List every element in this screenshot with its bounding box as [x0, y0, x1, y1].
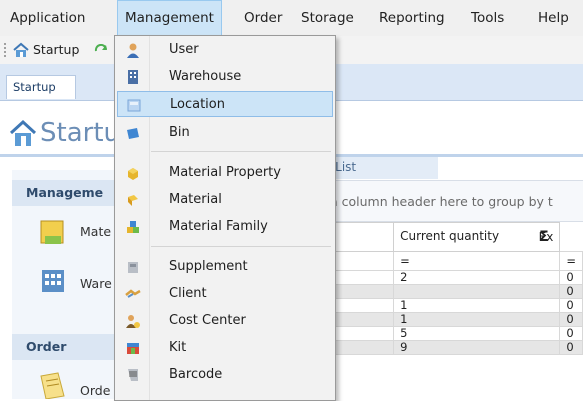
tab-startup[interactable]: Startup: [6, 75, 76, 99]
table-row[interactable]: 0: [317, 284, 583, 299]
cell-ex: 0: [559, 312, 583, 327]
cell-ex: 0: [559, 298, 583, 313]
user-icon: [127, 43, 139, 58]
menu-item-cost-center-label: Cost Center: [169, 313, 246, 328]
group-by-hint: a column header here to group by t: [318, 180, 583, 222]
table-row[interactable]: 50: [317, 326, 583, 341]
menu-bar: Application Management Order Storage Rep…: [0, 0, 583, 37]
menu-reporting[interactable]: Reporting: [371, 0, 453, 36]
menu-item-cost-center[interactable]: Cost Center: [117, 308, 333, 334]
menu-item-client[interactable]: Client: [117, 281, 333, 307]
filter-cell[interactable]: =: [559, 251, 583, 271]
menu-item-material-family[interactable]: Material Family: [117, 214, 333, 240]
menu-item-material-label: Material: [169, 192, 222, 207]
menu-item-barcode[interactable]: Barcode: [117, 362, 333, 388]
menu-separator: [151, 151, 331, 152]
toolbar-grip[interactable]: [4, 43, 8, 57]
cell-qty: 1: [393, 298, 561, 313]
group-header-management[interactable]: Manageme: [12, 180, 120, 206]
menu-item-kit-label: Kit: [169, 340, 187, 355]
cost-center-icon: [126, 315, 140, 328]
menu-item-location[interactable]: Location: [117, 91, 333, 117]
menu-separator: [151, 246, 331, 247]
startup-toolbar-label: Startup: [33, 42, 80, 57]
refresh-icon[interactable]: [94, 44, 110, 58]
barcode-icon: [128, 369, 138, 381]
panel-item-material[interactable]: Mate: [80, 224, 111, 239]
location-icon: [127, 99, 141, 112]
cell-ex: 0: [559, 284, 583, 299]
kit-icon: [127, 343, 139, 354]
menu-storage[interactable]: Storage: [293, 0, 362, 36]
menu-item-material-property-label: Material Property: [169, 165, 281, 180]
menu-help[interactable]: Help: [530, 0, 577, 36]
cell-qty: 5: [393, 326, 561, 341]
material-icon: [128, 195, 138, 206]
menu-item-supplement-label: Supplement: [169, 259, 248, 274]
menu-item-barcode-label: Barcode: [169, 367, 223, 382]
bin-icon: [127, 128, 139, 139]
grid-caption[interactable]: l List: [318, 157, 438, 179]
cell-qty: 9: [393, 340, 561, 355]
home-icon: [13, 42, 29, 57]
order-panel-icon[interactable]: [38, 370, 68, 399]
menu-item-warehouse-label: Warehouse: [169, 69, 242, 84]
filter-cell[interactable]: =: [393, 251, 561, 271]
menu-item-client-label: Client: [169, 286, 207, 301]
menu-application[interactable]: Application: [2, 0, 93, 36]
group-header-order[interactable]: Order: [12, 334, 120, 360]
material-panel-icon[interactable]: [38, 218, 68, 248]
column-header-current-quantity[interactable]: Current quantity Σ: [393, 222, 549, 252]
menu-management[interactable]: Management: [117, 0, 222, 36]
table-row[interactable]: 10: [317, 298, 583, 313]
cell-qty: 2: [393, 270, 561, 285]
menu-item-user[interactable]: User: [117, 37, 333, 63]
column-header-current-quantity-label: Current quantity: [400, 229, 500, 243]
menu-item-bin[interactable]: Bin: [117, 120, 333, 146]
table-row[interactable]: 20: [317, 270, 583, 285]
cell-ex: 0: [559, 270, 583, 285]
column-header-ex[interactable]: Ex: [532, 222, 561, 252]
client-icon: [125, 289, 141, 298]
filter-operator[interactable]: =: [400, 254, 410, 268]
menu-tools[interactable]: Tools: [463, 0, 512, 36]
menu-item-material[interactable]: Material: [117, 187, 333, 213]
menu-item-location-label: Location: [170, 97, 225, 112]
warehouse-icon: [128, 70, 138, 84]
cell-qty: [393, 284, 561, 299]
menu-item-material-property[interactable]: Material Property: [117, 160, 333, 186]
menu-item-bin-label: Bin: [169, 125, 190, 140]
cell-qty: 1: [393, 312, 561, 327]
panel-item-warehouse[interactable]: Ware: [80, 276, 112, 291]
management-dropdown-menu: User Warehouse Location Bin Material Pro…: [114, 35, 336, 401]
material-property-icon: [128, 168, 138, 180]
startup-home-icon: [9, 119, 37, 146]
menu-item-user-label: User: [169, 42, 199, 57]
cell-ex: 0: [559, 326, 583, 341]
table-row[interactable]: 10: [317, 312, 583, 327]
cell-ex: 0: [559, 340, 583, 355]
menu-item-warehouse[interactable]: Warehouse: [117, 64, 333, 90]
page-title: Startu: [40, 118, 120, 148]
table-row[interactable]: 90: [317, 340, 583, 355]
menu-order[interactable]: Order: [236, 0, 290, 36]
filter-operator[interactable]: =: [566, 254, 576, 268]
warehouse-panel-icon[interactable]: [38, 266, 68, 296]
material-family-icon: [127, 221, 139, 233]
panel-item-order[interactable]: Orde: [80, 383, 110, 398]
menu-item-material-family-label: Material Family: [169, 219, 268, 234]
data-grid: al Current quantity Σ Ex = = 20 0 10 10 …: [317, 222, 583, 355]
menu-item-kit[interactable]: Kit: [117, 335, 333, 361]
menu-item-supplement[interactable]: Supplement: [117, 254, 333, 280]
supplement-icon: [128, 262, 138, 273]
